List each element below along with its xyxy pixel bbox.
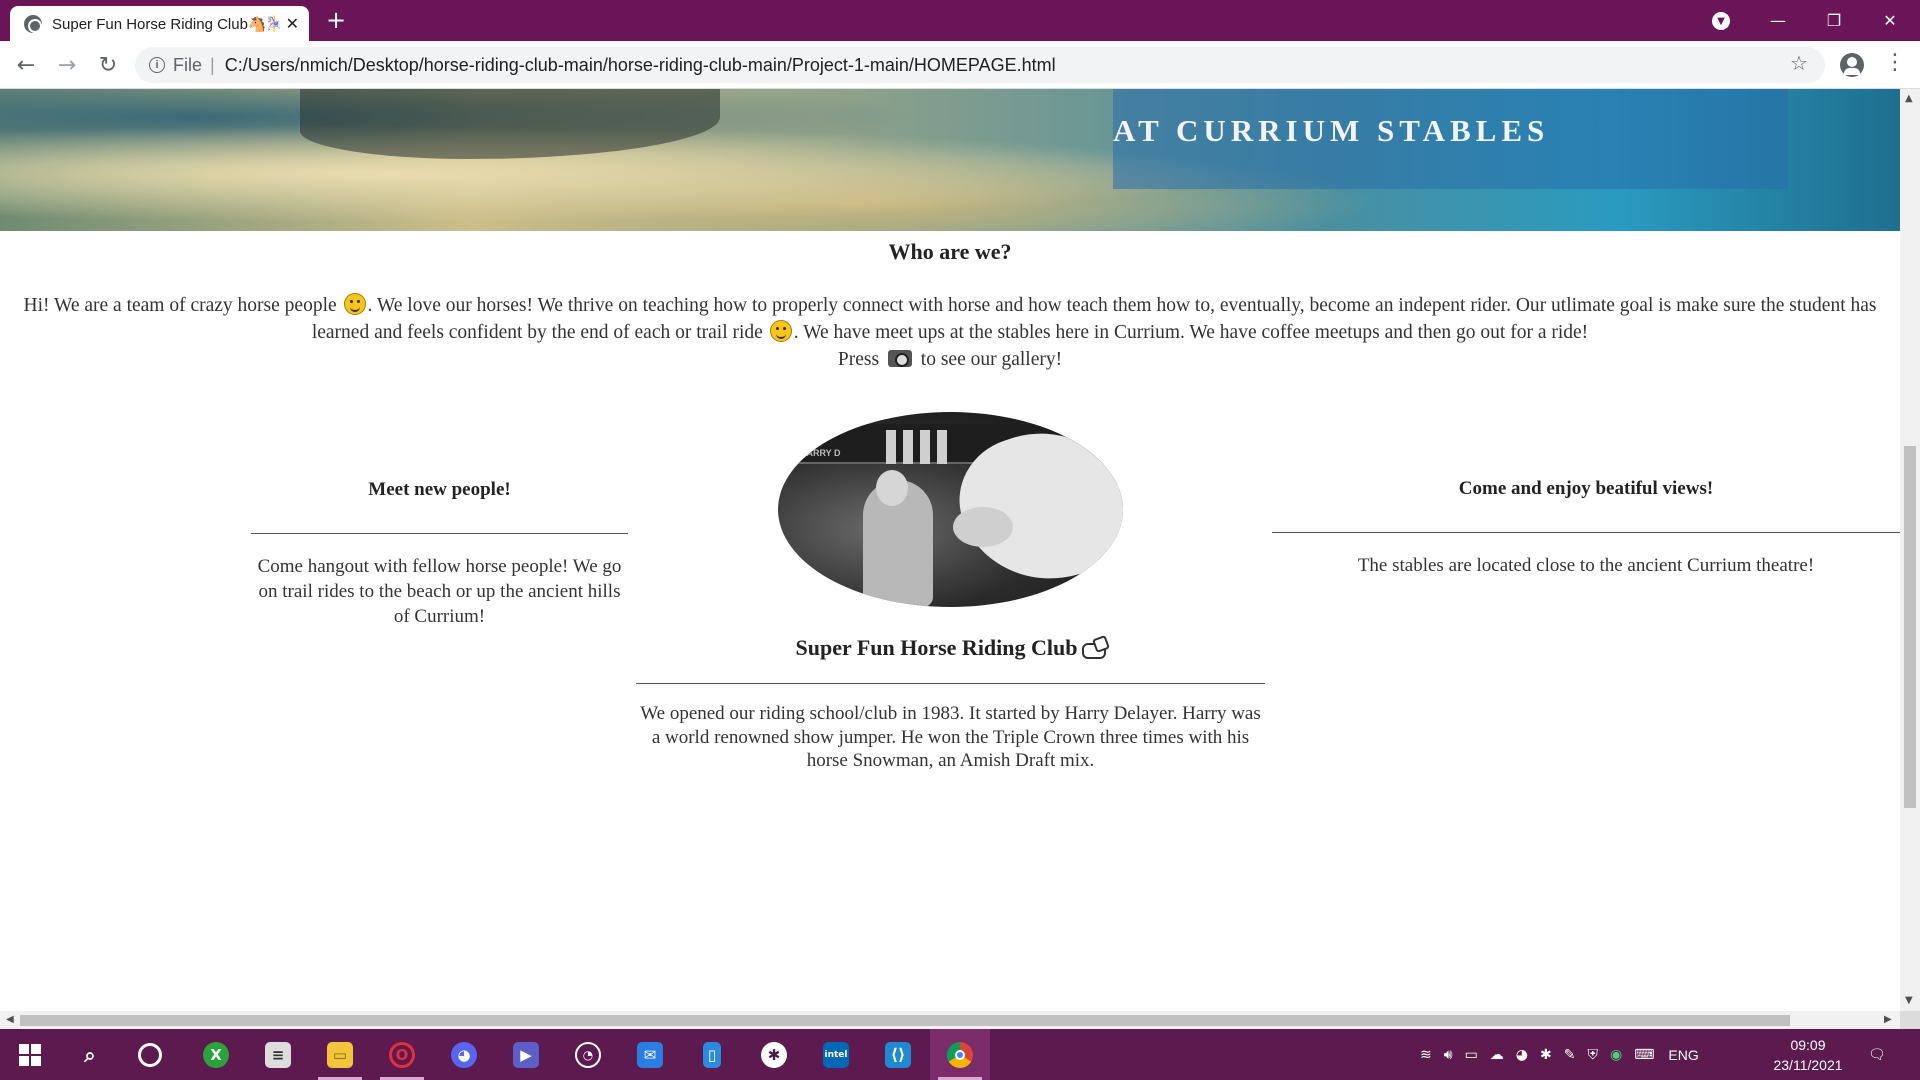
info-icon[interactable]: i <box>149 57 165 73</box>
hero-horse-shadow <box>300 89 720 159</box>
back-arrow-icon[interactable]: ← <box>12 51 40 79</box>
forward-arrow-icon[interactable]: → <box>53 51 81 79</box>
tab-close-icon[interactable]: ✕ <box>286 14 299 33</box>
browser-tab[interactable]: Super Fun Horse Riding Club🐴🎠 ✕ <box>10 6 309 41</box>
crazy-face-emoji-icon <box>343 293 366 315</box>
horse-muzzle <box>953 507 1013 547</box>
taskbar: ⌕ X ≡ ▭ O ◕ ▶ ◔ ✉ ▯ ✱ intel ⟨⟩ ≋ 🔊︎ ▭ ☁ … <box>0 1029 1920 1080</box>
grammarly-icon[interactable]: ◉ <box>1610 1047 1622 1063</box>
left-text: Come hangout with fellow horse people! W… <box>257 556 622 627</box>
browser-toolbar: ← → ↻ i File | C:/Users/nmich/Desktop/ho… <box>0 41 1920 89</box>
right-divider <box>1272 532 1900 533</box>
slack-icon[interactable]: ✱ <box>744 1029 804 1080</box>
opera-icon[interactable]: O <box>372 1029 432 1080</box>
stack-icon[interactable]: ≡ <box>248 1029 308 1080</box>
ribbon <box>937 430 947 464</box>
middle-text: We opened our riding school/club in 1983… <box>640 703 1261 771</box>
smile-emoji-icon <box>769 320 792 342</box>
close-window-button[interactable]: ✕ <box>1862 0 1918 41</box>
separator: | <box>210 54 215 75</box>
globe-icon <box>24 14 42 33</box>
tab-title: Super Fun Horse Riding Club🐴🎠 <box>52 15 280 33</box>
right-column: Come and enjoy beatiful views! The stabl… <box>1272 478 1900 578</box>
left-divider <box>251 533 628 534</box>
file-explorer-icon[interactable]: ▭ <box>310 1029 370 1080</box>
left-column: Meet new people! Come hangout with fello… <box>251 479 628 629</box>
file-label: File <box>173 54 203 75</box>
middle-column: HARRY D Super Fun Horse Riding Club We o… <box>636 412 1265 773</box>
middle-heading: Super Fun Horse Riding Club <box>636 635 1265 661</box>
vertical-scrollbar[interactable]: ▲ ▼ <box>1900 89 1920 1011</box>
camera-icon[interactable] <box>887 350 912 367</box>
profile-icon[interactable] <box>1840 53 1864 77</box>
menu-dots-icon[interactable]: ⋮ <box>1884 50 1906 75</box>
page-viewport: AT CURRIUM STABLES Who are we? Hi! We ar… <box>0 89 1900 1011</box>
clock-time: 09:09 <box>1790 1037 1826 1053</box>
windows-start-icon[interactable] <box>0 1029 60 1080</box>
language-indicator[interactable]: ENG <box>1668 1047 1698 1063</box>
browser-titlebar: Super Fun Horse Riding Club🐴🎠 ✕ + ▼ — ❐ … <box>0 0 1920 41</box>
scrollbar-corner <box>1900 1011 1920 1029</box>
system-tray: ≋ 🔊︎ ▭ ☁ ◕ ✱ ✎ ⛨ ◉ ⌨ ENG <box>1420 1029 1699 1080</box>
ribbon <box>886 430 896 464</box>
volume-icon[interactable]: 🔊︎ <box>1444 1047 1453 1063</box>
speedometer-icon[interactable]: ◔ <box>558 1029 618 1080</box>
man-head <box>876 470 908 506</box>
middle-heading-text: Super Fun Horse Riding Club <box>795 635 1078 660</box>
vscode-icon[interactable]: ⟨⟩ <box>868 1029 928 1080</box>
who-title: Who are we? <box>888 239 1012 264</box>
discord-tray-icon[interactable]: ◕ <box>1516 1047 1528 1063</box>
wifi-icon[interactable]: ≋ <box>1420 1047 1432 1063</box>
intro-paragraph: Hi! We are a team of crazy horse people … <box>10 292 1890 373</box>
gallery-text: to see our gallery! <box>915 349 1063 370</box>
discord-icon[interactable]: ◕ <box>434 1029 494 1080</box>
search-icon[interactable]: ⌕ <box>60 1029 120 1080</box>
notepad-icon[interactable]: ▯ <box>682 1029 742 1080</box>
founder-photo: HARRY D <box>778 412 1123 607</box>
right-text: The stables are located close to the anc… <box>1357 555 1815 576</box>
notifications-icon[interactable]: 🗨︎ <box>1868 1029 1886 1080</box>
right-heading: Come and enjoy beatiful views! <box>1458 478 1714 499</box>
cortana-icon[interactable] <box>120 1029 180 1080</box>
xbox-icon[interactable]: X <box>186 1029 246 1080</box>
photo-banner-text: HARRY D <box>800 448 841 458</box>
keyboard-icon[interactable]: ⌨ <box>1634 1047 1654 1063</box>
horizontal-scroll-thumb[interactable] <box>20 1015 1790 1026</box>
security-shield-icon[interactable]: ⛨ <box>1587 1047 1598 1063</box>
chrome-icon[interactable] <box>930 1029 990 1080</box>
scroll-up-icon[interactable]: ▲ <box>1905 93 1913 104</box>
address-bar[interactable]: i File | C:/Users/nmich/Desktop/horse-ri… <box>135 47 1825 83</box>
horizontal-scrollbar[interactable]: ◀ ▶ <box>0 1011 1900 1029</box>
horse-icon <box>1080 637 1106 659</box>
new-tab-button[interactable]: + <box>326 6 346 34</box>
clock-date: 23/11/2021 <box>1773 1057 1843 1073</box>
slack-tray-icon[interactable]: ✱ <box>1540 1047 1552 1063</box>
hero-text: AT CURRIUM STABLES <box>1113 113 1550 148</box>
intro-part3: . We have meet ups at the stables here i… <box>793 322 1589 343</box>
minimize-button[interactable]: — <box>1750 0 1806 41</box>
clock[interactable]: 09:09 23/11/2021 <box>1760 1035 1856 1075</box>
onedrive-icon[interactable]: ☁ <box>1490 1047 1504 1063</box>
left-heading: Meet new people! <box>368 479 511 500</box>
mail-icon[interactable]: ✉ <box>620 1029 680 1080</box>
url-text[interactable]: C:/Users/nmich/Desktop/horse-riding-club… <box>225 55 1056 76</box>
power-automate-icon[interactable]: ▶ <box>496 1029 556 1080</box>
tab-search-icon[interactable]: ▼ <box>1712 12 1730 30</box>
middle-divider <box>636 683 1265 684</box>
hero-banner: AT CURRIUM STABLES <box>0 89 1900 231</box>
restore-button[interactable]: ❐ <box>1806 0 1862 41</box>
ribbon <box>903 430 913 464</box>
scroll-down-icon[interactable]: ▼ <box>1905 995 1913 1006</box>
vertical-scroll-thumb[interactable] <box>1904 446 1916 808</box>
press-text: Press <box>837 349 884 370</box>
battery-icon[interactable]: ▭ <box>1465 1047 1478 1063</box>
ribbon <box>920 430 930 464</box>
bookmark-star-icon[interactable]: ☆ <box>1790 51 1808 75</box>
reload-icon[interactable]: ↻ <box>94 51 122 79</box>
pen-icon[interactable]: ✎ <box>1564 1047 1576 1063</box>
scroll-right-icon[interactable]: ▶ <box>1884 1014 1892 1025</box>
intro-part1: Hi! We are a team of crazy horse people <box>23 295 342 316</box>
scroll-left-icon[interactable]: ◀ <box>6 1014 14 1025</box>
intel-icon[interactable]: intel <box>806 1029 866 1080</box>
